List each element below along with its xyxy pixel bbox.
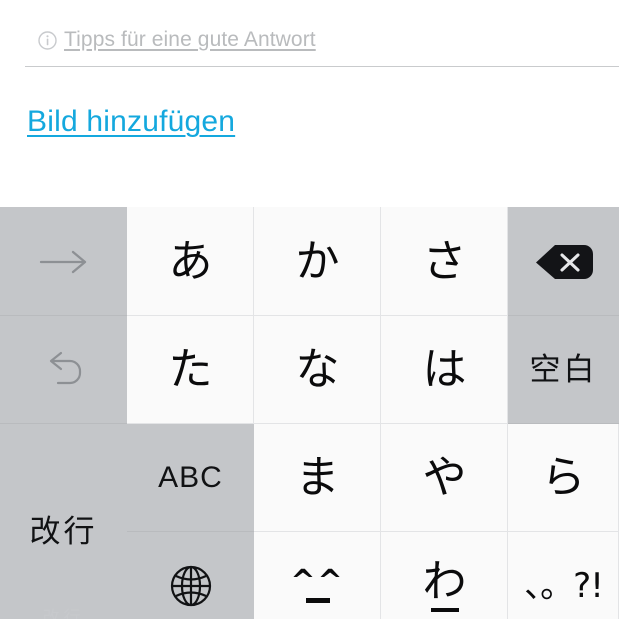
kana-ta-key[interactable]: た bbox=[127, 316, 254, 424]
globe-icon bbox=[168, 563, 214, 609]
kana-na-key[interactable]: な bbox=[254, 316, 381, 424]
delete-key[interactable] bbox=[508, 207, 619, 316]
space-key[interactable]: 空白 bbox=[508, 316, 619, 424]
kana-wa-key[interactable]: わ bbox=[381, 532, 508, 619]
return-key-label: 改行 bbox=[29, 513, 98, 550]
kana-sa-key[interactable]: さ bbox=[381, 207, 508, 316]
kana-ta-label: た bbox=[168, 344, 213, 395]
backspace-icon bbox=[534, 242, 594, 282]
punctuation-key[interactable]: 、。?! bbox=[508, 532, 619, 619]
kana-a-key[interactable]: あ bbox=[127, 207, 254, 316]
kana-wa-glyph: わ bbox=[423, 560, 467, 612]
punctuation-label: 、。?! bbox=[524, 566, 604, 606]
kana-na-label: な bbox=[295, 344, 340, 395]
japanese-kana-keyboard: あ か さ た な は 空白 ABC ま や ら 改行 改行 ^^ わ 、。?! bbox=[0, 207, 619, 619]
kana-wa-label: わ bbox=[422, 556, 467, 607]
kana-ka-label: か bbox=[295, 235, 340, 287]
undo-key[interactable] bbox=[0, 316, 127, 424]
emoticon-key[interactable]: ^^ bbox=[254, 532, 381, 619]
add-image-link[interactable]: Bild hinzufügen bbox=[27, 105, 235, 139]
undo-arrow-icon bbox=[40, 346, 88, 394]
answer-form-area: Tipps für eine gute Antwort Bild hinzufü… bbox=[0, 0, 619, 207]
kana-sa-label: さ bbox=[422, 235, 467, 287]
kana-a-label: あ bbox=[168, 235, 213, 287]
abc-mode-label: ABC bbox=[158, 461, 223, 494]
tips-link-label[interactable]: Tipps für eine gute Antwort bbox=[64, 28, 316, 52]
return-key-ghost-artifact: 改行 bbox=[42, 608, 85, 619]
tips-link-row[interactable]: Tipps für eine gute Antwort bbox=[38, 26, 316, 54]
emoticon-carets: ^^ bbox=[290, 564, 345, 600]
kana-ka-key[interactable]: か bbox=[254, 207, 381, 316]
space-key-label: 空白 bbox=[529, 351, 598, 388]
form-divider bbox=[25, 66, 619, 67]
next-candidate-key[interactable] bbox=[0, 207, 127, 316]
kana-ha-key[interactable]: は bbox=[381, 316, 508, 424]
emoticon-underbar bbox=[305, 597, 330, 603]
kana-ma-key[interactable]: ま bbox=[254, 424, 381, 532]
info-circle-icon bbox=[38, 30, 57, 50]
return-key[interactable]: 改行 改行 bbox=[0, 424, 127, 619]
globe-language-key[interactable] bbox=[127, 532, 254, 619]
kana-ha-label: は bbox=[422, 344, 467, 395]
kana-ma-label: ま bbox=[295, 452, 340, 503]
kana-ra-label: ら bbox=[541, 452, 586, 503]
abc-mode-key[interactable]: ABC bbox=[127, 424, 254, 532]
arrow-right-icon bbox=[37, 247, 91, 277]
screen-root: Tipps für eine gute Antwort Bild hinzufü… bbox=[0, 0, 619, 619]
kana-ya-key[interactable]: や bbox=[381, 424, 508, 532]
kana-wa-underbar bbox=[430, 608, 459, 612]
kana-ra-key[interactable]: ら bbox=[508, 424, 619, 532]
emoticon-glyph: ^^ bbox=[290, 564, 345, 603]
kana-ya-label: や bbox=[422, 452, 467, 503]
